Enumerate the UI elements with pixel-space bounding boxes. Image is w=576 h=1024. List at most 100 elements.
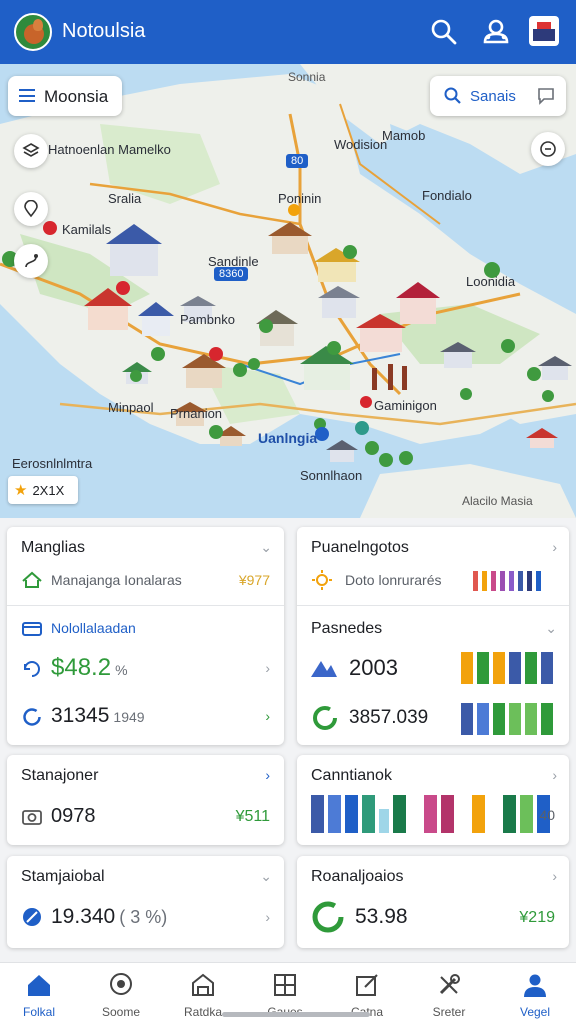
chat-icon [538, 88, 554, 105]
chevron-right-icon[interactable]: › [265, 660, 270, 676]
chevron-down-icon[interactable]: ⌄ [260, 539, 272, 556]
right-value: ¥219 [519, 909, 555, 926]
map-label: Pambnko [180, 312, 235, 327]
star-icon: ★ [14, 482, 28, 499]
map-badge: 80 [286, 154, 309, 168]
amount-value: $48.2% [51, 654, 128, 681]
card-title: Canntianok [311, 767, 392, 784]
store-icon [192, 973, 214, 996]
tools-icon [439, 974, 460, 995]
row-label: Manajanga Ionalaras [51, 572, 182, 588]
map-label: Wodision [334, 137, 388, 152]
divider [7, 605, 284, 606]
menu-icon [19, 89, 35, 102]
progress-ring-icon [23, 708, 41, 726]
refresh-icon [24, 661, 40, 677]
users-icon[interactable] [480, 16, 512, 48]
map-label: Loonidia [466, 274, 516, 289]
map-label: Sonnlhaon [300, 468, 363, 483]
value: 53.98 [355, 905, 408, 928]
chevron-right-icon[interactable]: › [265, 767, 270, 783]
location-button[interactable] [14, 192, 48, 226]
map-label: Prnanion [170, 406, 223, 421]
chevron-icon[interactable]: › [552, 868, 557, 884]
bar-chart [311, 795, 554, 833]
user-icon [524, 974, 546, 997]
card-title: Puanelngotos [311, 539, 409, 556]
chevron-right-icon[interactable]: › [265, 708, 270, 724]
sun-icon [312, 570, 332, 590]
count-value: 31345 1949 [51, 704, 145, 727]
mini-bar-chart [473, 569, 545, 591]
map-view[interactable]: Sonnia Hatnoenlan Mamelko Mamob Wodision… [0, 64, 576, 518]
card-title: Roanaljoaios [311, 868, 404, 885]
chevron-down-icon[interactable]: ⌄ [545, 620, 557, 637]
rating-value: 2X1X [32, 482, 65, 498]
card-canntianok[interactable]: Canntianok › 40 [297, 755, 569, 845]
grid-icon [274, 974, 296, 996]
layers-button[interactable] [14, 134, 48, 168]
progress-ring-icon [312, 901, 344, 933]
card-stamjaiobal[interactable]: Stamjaiobal ⌄ 19.340( 3 %) › [7, 856, 284, 948]
home-indicator [222, 1012, 370, 1017]
chat-icon [110, 973, 132, 995]
progress-ring-icon [313, 706, 337, 730]
value: 3857.039 [349, 707, 429, 728]
value: 0978 [51, 805, 96, 827]
section-label: Nolollalaadan [51, 620, 136, 636]
chevron-icon[interactable]: › [552, 767, 557, 783]
location-label: Moonsia [44, 87, 109, 106]
edit-icon [356, 974, 378, 996]
card-puanelngotos[interactable]: Puanelngotos › Doto lonrurarés Pasnedes … [297, 527, 569, 745]
app-logo [14, 13, 52, 51]
right-value: 40 [539, 807, 555, 823]
card-manglias[interactable]: Manglias ⌄ Manajanga Ionalaras ¥977 Nolo… [7, 527, 284, 745]
card-title: Stamjaiobal [21, 868, 105, 885]
map-label: Poninin [278, 191, 322, 206]
map-label: Kamilals [62, 222, 112, 237]
map-label: Eerosnlnlmtra [12, 456, 93, 471]
route-icon [25, 254, 38, 268]
route-button[interactable] [14, 244, 48, 278]
value: 19.340( 3 %) [51, 905, 168, 928]
compass-button[interactable] [531, 132, 565, 166]
map-label: Sralia [108, 191, 142, 206]
value: 2003 [349, 655, 398, 680]
app-header: Notoulsia [0, 0, 576, 64]
chevron-icon[interactable]: › [552, 539, 557, 555]
card-roanaljoaios[interactable]: Roanaljoaios › 53.98 ¥219 [297, 856, 569, 948]
chevron-down-icon[interactable]: ⌄ [260, 868, 272, 885]
profile-thumbnail[interactable] [529, 16, 559, 46]
map-label: Gaminigon [374, 398, 437, 413]
search-icon[interactable] [428, 16, 460, 48]
bar-chart [461, 652, 557, 684]
chevron-right-icon[interactable]: › [265, 909, 270, 925]
map-label: Alacilo Masia [462, 494, 533, 508]
card-title: Manglias [21, 539, 86, 556]
nav-item-sreter[interactable]: Sreter [414, 971, 484, 1019]
map-label: Hatnoenlan Mamelko [48, 142, 171, 157]
map-label: Minpaol [108, 400, 154, 415]
card-stanajoner[interactable]: Stanajoner › 0978 ¥511 [7, 755, 284, 845]
map-label: Mamob [382, 128, 426, 143]
nav-item-soome[interactable]: Soome [86, 971, 156, 1019]
pin-icon [24, 200, 38, 218]
camera-icon [22, 810, 42, 825]
home-icon [22, 571, 42, 588]
location-menu-chip[interactable]: Moonsia [8, 76, 122, 116]
map-badge: 8360 [214, 267, 249, 281]
nav-item-folkal[interactable]: Folkal [4, 971, 74, 1019]
home-icon [28, 975, 50, 996]
search-label: Sanais [470, 88, 516, 105]
map-label: Fondialo [422, 188, 472, 203]
map-search-chip[interactable]: Sanais [430, 76, 566, 116]
app-title: Notoulsia [62, 20, 146, 42]
map-label-highlight: Uanlngia [258, 430, 318, 446]
mountain-icon [311, 661, 337, 677]
search-icon [444, 87, 461, 104]
nav-item-vegel[interactable]: Vegel [500, 971, 570, 1019]
rating-badge: ★ 2X1X [8, 476, 78, 504]
card-title: Stanajoner [21, 767, 99, 784]
row-value: ¥977 [238, 572, 270, 588]
section-title: Pasnedes [311, 620, 383, 637]
